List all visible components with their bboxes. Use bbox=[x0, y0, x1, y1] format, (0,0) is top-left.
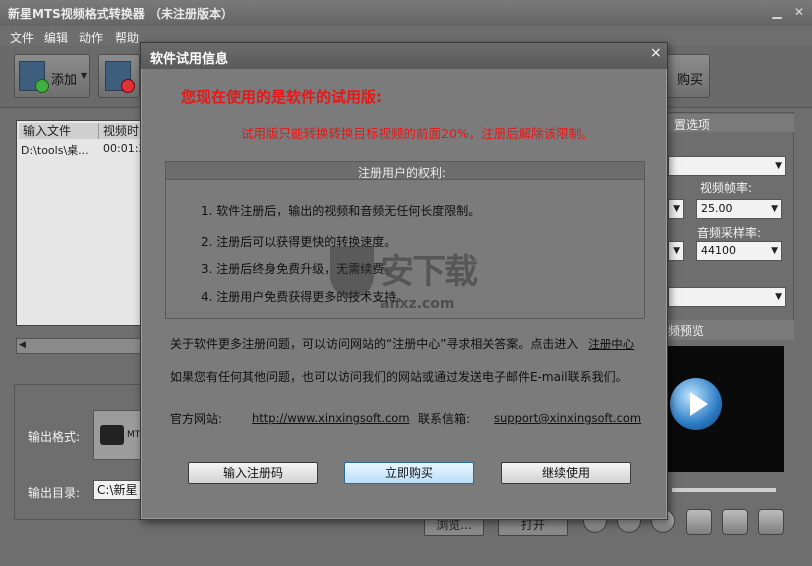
sample-rate-select[interactable]: 44100 ▼ bbox=[696, 241, 782, 261]
close-window-icon[interactable]: ✕ bbox=[790, 4, 808, 20]
horizontal-scrollbar[interactable]: ◀ bbox=[16, 338, 150, 354]
website-label: 官方网站: bbox=[170, 412, 223, 426]
audio-bitrate-select[interactable]: ▼ bbox=[668, 241, 684, 261]
right-item: 1. 软件注册后，输出的视频和音频无任何长度限制。 bbox=[201, 204, 481, 218]
chevron-down-icon: ▼ bbox=[775, 161, 782, 171]
dialog-title: 软件试用信息 bbox=[150, 52, 229, 67]
buy-now-button[interactable]: 立即购买 bbox=[344, 462, 474, 484]
video-size-select[interactable]: ▼ bbox=[668, 199, 684, 219]
output-format-label: 输出格式: bbox=[28, 430, 81, 444]
email-link[interactable]: support@xinxingsoft.com bbox=[494, 411, 641, 425]
close-icon[interactable]: × bbox=[650, 45, 662, 61]
frame-rate-label: 视频帧率: bbox=[700, 181, 753, 195]
menu-help[interactable]: 帮助 bbox=[115, 29, 139, 46]
register-center-link[interactable]: 注册中心 bbox=[588, 337, 634, 351]
chevron-down-icon: ▼ bbox=[771, 204, 778, 214]
website-link[interactable]: http://www.xinxingsoft.com bbox=[252, 411, 410, 425]
frame-rate-value: 25.00 bbox=[701, 202, 733, 215]
row-file-path[interactable]: D:\tools\桌... bbox=[21, 142, 89, 158]
scroll-left-icon[interactable]: ◀ bbox=[19, 340, 26, 350]
play-icon[interactable] bbox=[670, 378, 722, 430]
settings-header-text: 置选项 bbox=[674, 118, 711, 132]
enter-register-code-button[interactable]: 输入注册码 bbox=[188, 462, 318, 484]
output-dir-input[interactable]: C:\新星 bbox=[93, 480, 143, 500]
watermark-text: 安下载 bbox=[380, 252, 478, 292]
info-line-1-text: 关于软件更多注册问题，可以访问网站的“注册中心”寻求相关答案。点击进入 bbox=[170, 337, 579, 351]
plus-icon bbox=[35, 79, 49, 93]
sample-rate-label: 音频采样率: bbox=[697, 226, 762, 240]
add-label: 添加 bbox=[51, 73, 78, 88]
frame-rate-select[interactable]: 25.00 ▼ bbox=[696, 199, 782, 219]
seek-bar[interactable] bbox=[672, 488, 776, 492]
menu-edit[interactable]: 编辑 bbox=[44, 29, 68, 46]
info-line-1: 关于软件更多注册问题，可以访问网站的“注册中心”寻求相关答案。点击进入 注册中心 bbox=[170, 335, 634, 352]
trial-limit-note: 试用版只能转换转换目标视频的前面20%，注册后解除该限制。 bbox=[241, 126, 594, 141]
camcorder-icon bbox=[100, 425, 124, 445]
sample-rate-value: 44100 bbox=[701, 244, 736, 257]
menu-file[interactable]: 文件 bbox=[10, 29, 34, 46]
buy-label: 购买 bbox=[677, 73, 704, 88]
preview-header-text: 频预览 bbox=[668, 324, 705, 338]
chevron-down-icon: ▼ bbox=[673, 204, 680, 214]
rights-title: 注册用户的权利: bbox=[358, 166, 447, 180]
watermark-domain: anxz.com bbox=[380, 296, 455, 312]
volume-icon[interactable] bbox=[686, 509, 712, 535]
output-dir-label: 输出目录: bbox=[28, 486, 81, 500]
minimize-icon[interactable]: ▁ bbox=[768, 4, 786, 20]
output-format-name: MT bbox=[127, 430, 141, 440]
email-label: 联系信箱: bbox=[418, 412, 471, 426]
audio-channel-select[interactable]: ▼ bbox=[668, 287, 786, 307]
chevron-down-icon: ▼ bbox=[771, 246, 778, 256]
chevron-down-icon: ▼ bbox=[673, 246, 680, 256]
continue-button[interactable]: 继续使用 bbox=[501, 462, 631, 484]
menu-action[interactable]: 动作 bbox=[79, 29, 103, 46]
minus-icon bbox=[121, 79, 135, 93]
add-button[interactable]: 添加 ▼ bbox=[14, 54, 90, 98]
format-select[interactable]: ▼ bbox=[668, 156, 786, 176]
chevron-down-icon: ▼ bbox=[81, 71, 88, 80]
watermark-shield-icon bbox=[330, 246, 374, 298]
play-triangle bbox=[690, 392, 708, 416]
chevron-down-icon: ▼ bbox=[775, 292, 782, 302]
folder-icon[interactable] bbox=[758, 509, 784, 535]
column-input-file[interactable]: 输入文件 bbox=[19, 123, 99, 139]
trial-heading: 您现在使用的是软件的试用版: bbox=[181, 88, 382, 106]
window-title: 新星MTS视频格式转换器 （未注册版本） bbox=[8, 7, 233, 21]
right-item: 4. 注册用户免费获得更多的技术支持。 bbox=[201, 290, 409, 304]
snapshot-icon[interactable] bbox=[722, 509, 748, 535]
remove-button[interactable] bbox=[98, 54, 140, 98]
info-line-2: 如果您有任何其他问题，也可以访问我们的网站或通过发送电子邮件E-mail联系我们… bbox=[170, 370, 628, 384]
